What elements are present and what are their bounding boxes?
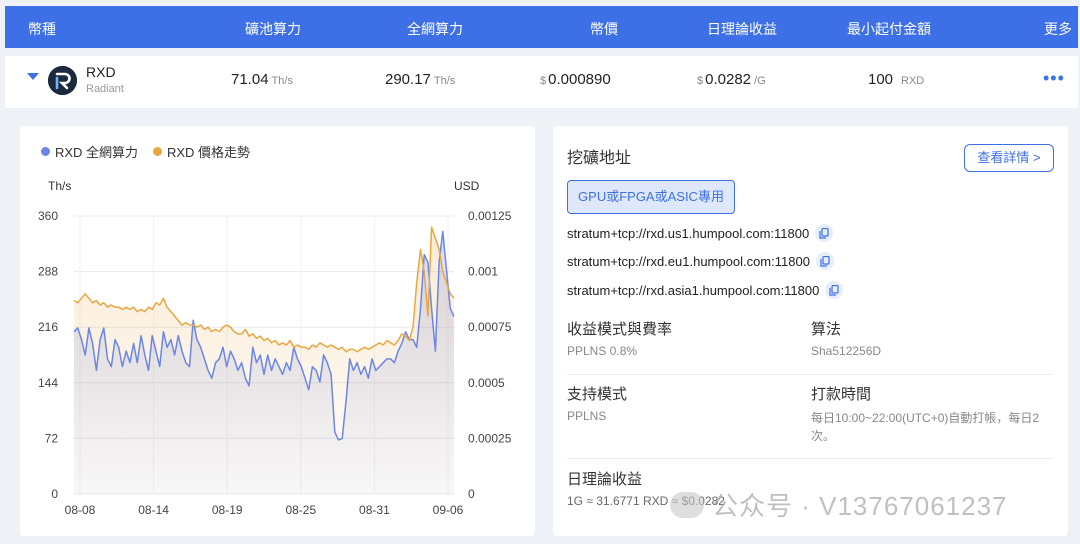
caret-down-icon[interactable] [27,73,39,80]
x-tick-label: 08-31 [359,503,390,517]
coin-symbol: RXD [86,64,116,80]
y-left-tick-label: 216 [38,320,58,334]
copy-icon[interactable] [815,252,834,270]
stratum-url-text: stratum+tcp://rxd.asia1.humpool.com:1180… [567,282,820,298]
network-hashrate-unit: Th/s [433,75,456,87]
hashrate-price-chart[interactable]: 0 0 72 0.00025 144 0.0005 216 0.00075 288 0.001 36… [20,126,535,536]
y-right-tick-label: 0.0005 [468,376,505,390]
header-network-hashrate: 全網算力 [407,21,463,37]
pool-hashrate-unit: Th/s [271,75,293,87]
divider [567,374,1054,375]
price-prefix: $ [540,75,547,87]
daily-income: $0.0282/G [697,71,766,88]
view-details-button[interactable]: 查看詳情 > [964,144,1054,172]
stratum-url-us1: stratum+tcp://rxd.us1.humpool.com:11800 [567,224,834,242]
device-type-tag[interactable]: GPU或FPGA或ASIC專用 [567,180,735,214]
y-right-tick-label: 0.00075 [468,320,512,334]
y-right-tick-label: 0.001 [468,265,498,279]
min-payout-value: 100 [868,71,894,88]
header-daily-income: 日理論收益 [707,21,777,37]
divider [567,458,1054,459]
y-left-tick-label: 288 [38,265,58,279]
income-prefix: $ [697,75,704,87]
x-tick-label: 08-19 [212,503,243,517]
price-value: 0.000890 [548,71,611,88]
mode-label: 支持模式 [567,386,628,403]
header-pool-hashrate: 礦池算力 [245,21,301,37]
income-unit: /G [754,75,766,87]
table-header: 幣種 礦池算力 全網算力 幣價 日理論收益 最小起付金額 更多 [5,6,1078,48]
y-left-tick-label: 144 [38,376,58,390]
y-left-tick-label: 0 [51,487,58,501]
payout-time-value: 每日10:00~22:00(UTC+0)自動打帳，每日2次。 [811,411,1040,443]
chart-card: RXD 全網算力 RXD 價格走勢 Th/s USD 0 0 72 0.00025 14… [20,126,535,536]
x-tick-label: 09-06 [433,503,464,517]
coin-row[interactable]: RXD Radiant 71.04 Th/s 290.17 Th/s $0.0008… [5,56,1078,108]
header-price: 幣價 [590,21,618,37]
radiant-logo-icon [48,66,77,95]
mining-address-card: 挖礦地址 查看詳情 > GPU或FPGA或ASIC專用 stratum+tcp:… [553,126,1068,536]
y-right-tick-label: 0.00125 [468,209,512,223]
x-tick-label: 08-14 [138,503,169,517]
min-payout: 100 RXD [868,71,924,88]
header-min-payout: 最小起付金額 [847,21,931,37]
watermark: 公众号 · V13767061237 [712,491,1008,521]
mining-address-title: 挖礦地址 [567,150,632,167]
daily-income-label: 日理論收益 [567,471,643,488]
fee-value: PPLNS 0.8% [567,344,638,358]
price: $0.000890 [540,71,611,88]
y-right-tick-label: 0.00025 [468,431,512,445]
y-left-tick-label: 360 [38,209,58,223]
ellipsis-icon[interactable]: ••• [1043,68,1065,89]
header-coin: 幣種 [28,21,56,37]
stratum-url-asia1: stratum+tcp://rxd.asia1.humpool.com:1180… [567,281,844,299]
wechat-watermark-icon [670,492,704,518]
stratum-url-eu1: stratum+tcp://rxd.eu1.humpool.com:11800 [567,252,834,270]
pool-hashrate: 71.04 Th/s [231,71,293,88]
x-tick-label: 08-08 [65,503,96,517]
network-hashrate-value: 290.17 [385,71,431,88]
algorithm-value: Sha512256D [811,344,882,358]
stratum-url-text: stratum+tcp://rxd.eu1.humpool.com:11800 [567,253,810,269]
copy-icon[interactable] [815,224,834,242]
payout-time-label: 打款時間 [811,386,872,403]
coin-name: Radiant [86,83,124,95]
pool-hashrate-value: 71.04 [231,71,269,88]
income-value: 0.0282 [705,71,752,88]
stratum-url-text: stratum+tcp://rxd.us1.humpool.com:11800 [567,225,810,241]
min-payout-unit: RXD [901,75,925,87]
mode-value: PPLNS [567,409,607,423]
copy-icon[interactable] [825,281,844,299]
y-right-tick-label: 0 [468,487,475,501]
header-more[interactable]: 更多 [1044,19,1072,39]
y-left-tick-label: 72 [45,431,59,445]
algorithm-label: 算法 [811,321,842,338]
x-tick-label: 08-25 [285,503,316,517]
fee-label: 收益模式與費率 [567,321,673,338]
network-hashrate: 290.17 Th/s [385,71,455,88]
